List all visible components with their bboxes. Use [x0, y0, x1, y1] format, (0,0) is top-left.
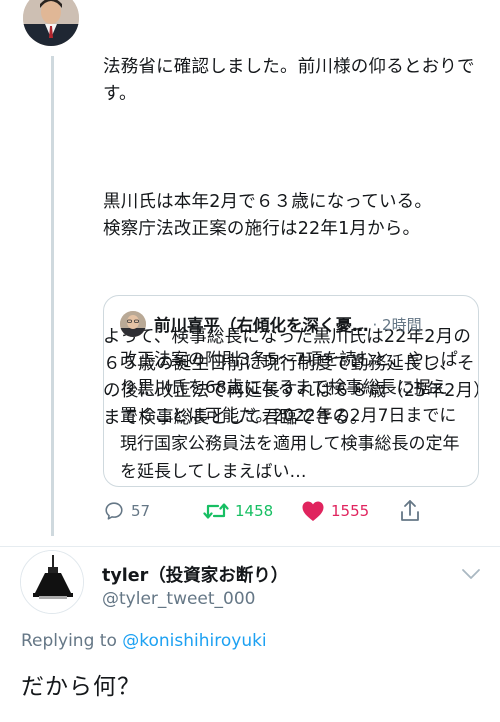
tweet-paragraph: 法務省に確認しました。前川様の仰るとおりです。	[103, 57, 475, 104]
replying-to-mention[interactable]: @konishihiroyuki	[122, 631, 266, 651]
quoted-tweet-text: 改正法案の附則3条5〜7項を読むと、やっぱり黒川氏を68歳になるまで検事総長に据…	[120, 350, 460, 482]
quoted-author-name[interactable]: 前川喜平（右傾化を深く憂…	[154, 312, 369, 336]
like-button[interactable]: 1555	[301, 497, 369, 525]
reply-author-avatar[interactable]	[20, 550, 84, 614]
reply-author-name[interactable]: tyler（投資家お断り）	[102, 562, 288, 587]
tweet-paragraph: 黒川氏は本年2月で６３歳になっている。 検察庁法改正案の施行は22年1月から。	[103, 192, 433, 239]
like-count: 1555	[331, 502, 370, 520]
quoted-author-avatar	[120, 311, 146, 337]
reply-button[interactable]: 57	[103, 497, 150, 525]
replying-to-label: Replying to	[21, 631, 123, 651]
replying-to-line: Replying to @konishihiroyuki	[21, 631, 267, 651]
reply-icon	[105, 502, 123, 520]
quoted-tweet-card[interactable]: 前川喜平（右傾化を深く憂… · 2時間 改正法案の附則3条5〜7項を読むと、やっ…	[103, 295, 479, 487]
reply-tweet-text: だから何？	[21, 674, 141, 700]
author-avatar[interactable]	[23, 0, 79, 46]
share-icon	[401, 500, 419, 521]
tweet-thread: 法務省に確認しました。前川様の仰るとおりです。 黒川氏は本年2月で６３歳になって…	[0, 0, 500, 722]
heart-icon	[302, 501, 324, 521]
chevron-down-icon	[462, 569, 480, 579]
quoted-tweet-header: 前川喜平（右傾化を深く憂… · 2時間	[120, 310, 462, 338]
quoted-tweet-time: · 2時間	[372, 315, 422, 334]
divider	[0, 546, 500, 547]
reply-count: 57	[131, 502, 151, 520]
more-options-button[interactable]	[460, 566, 482, 585]
retweet-icon	[203, 503, 229, 519]
thread-connector-line	[51, 56, 54, 536]
share-button[interactable]	[399, 497, 427, 525]
reply-author-handle[interactable]: @tyler_tweet_000	[102, 589, 256, 609]
retweet-button[interactable]: 1458	[203, 497, 273, 525]
tweet-action-bar: 57 1458 1555	[103, 497, 433, 525]
retweet-count: 1458	[235, 502, 274, 520]
